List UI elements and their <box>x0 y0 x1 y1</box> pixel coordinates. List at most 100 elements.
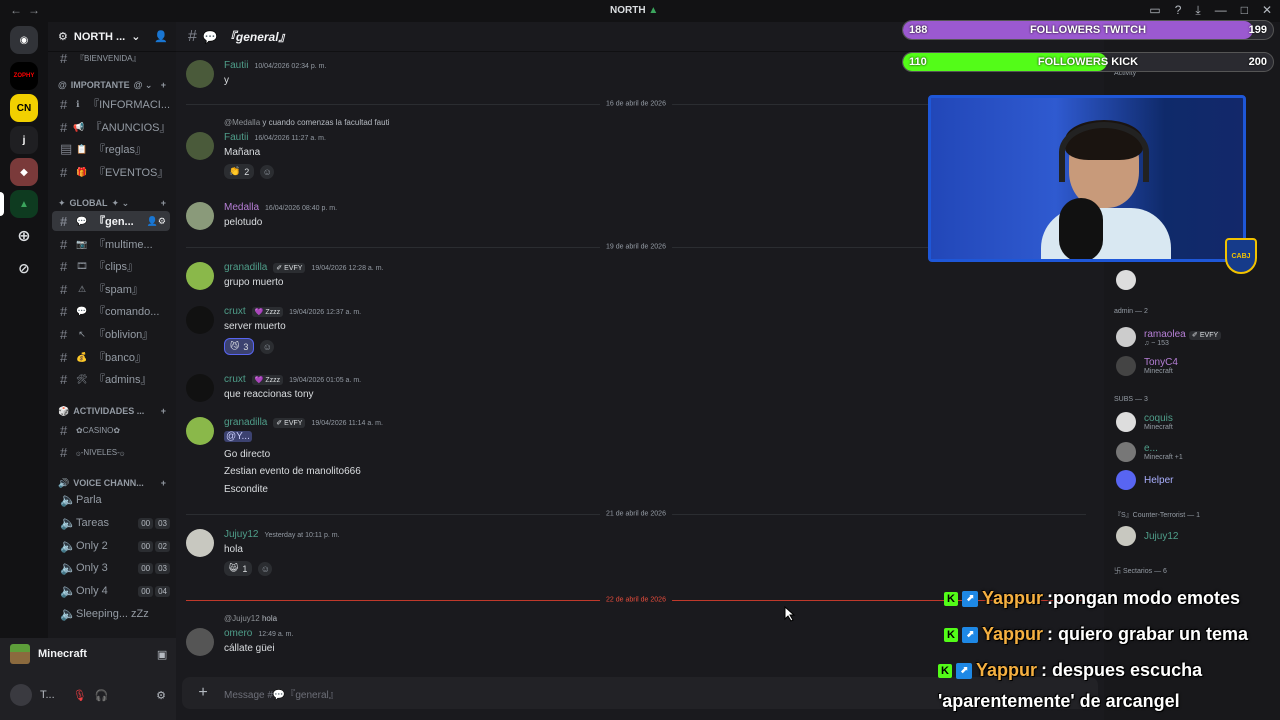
server-zophy-icon[interactable]: ZOPHY <box>10 62 38 90</box>
channel-bienvenida[interactable]: # 『BIENVENIDA』 <box>52 48 170 68</box>
username[interactable]: Medalla <box>224 202 259 213</box>
voice-only-4[interactable]: 🔈 Only 4 00 04 <box>52 581 170 601</box>
voice-parla[interactable]: 🔈 Parla <box>52 490 170 510</box>
member-item[interactable]: TonyC4 Minecraft <box>1116 356 1178 376</box>
channel-oblivion[interactable]: # ↖ 『oblivion』 <box>52 324 170 344</box>
history-nav-icons[interactable]: ←→ <box>10 3 46 17</box>
voice-tareas[interactable]: 🔈 Tareas 00 03 <box>52 513 170 533</box>
server-north-icon[interactable]: ▲ <box>10 190 38 218</box>
add-member-icon[interactable]: 👤 <box>154 30 168 43</box>
download-icon[interactable]: ⤓ <box>1195 3 1200 18</box>
avatar[interactable] <box>186 262 214 290</box>
reaction[interactable]: 😸 1 <box>224 561 253 576</box>
username[interactable]: Fautii <box>224 132 248 143</box>
avatar[interactable] <box>186 306 214 334</box>
server-j-icon[interactable]: j <box>10 126 38 154</box>
reaction[interactable]: 👏 2 <box>224 164 255 179</box>
activity-popout-icon[interactable]: ▣ <box>157 648 167 661</box>
film-icon: 🎞 <box>76 260 88 271</box>
current-activity[interactable]: Minecraft ▣ <box>10 644 167 664</box>
member-activity: Minecraft <box>1144 368 1173 375</box>
maximize-icon[interactable]: □ <box>1241 3 1248 18</box>
speech-bubble-icon: 💬 <box>76 305 88 316</box>
avatar[interactable] <box>186 529 214 557</box>
channel-clips[interactable]: # 🎞 『clips』 <box>52 256 170 276</box>
channel-casino[interactable]: # ✿CASINO✿ <box>52 420 170 440</box>
category-importante[interactable]: @ IMPORTANTE @ ⌄ + <box>58 80 166 91</box>
channel-general[interactable]: # 💬 『gen... 👤⚙ <box>52 211 170 231</box>
mic-muted-icon[interactable]: 🎙 <box>73 689 87 702</box>
reaction[interactable]: 😼 3 <box>224 338 255 355</box>
minecraft-icon <box>10 644 30 664</box>
inbox-icon[interactable]: ▭ <box>1149 3 1160 18</box>
badge-icon: ⬈ <box>962 626 978 643</box>
user-mention[interactable]: @Y... <box>224 431 252 442</box>
minimize-icon[interactable]: — <box>1215 3 1227 18</box>
server-rail: ◉ ZOPHY CN j ◆ ▲ ⊕ ⊘ <box>0 22 48 720</box>
discord-home-icon[interactable]: ◉ <box>10 26 38 54</box>
channel-settings-icons[interactable]: 👤⚙ <box>147 216 166 227</box>
username[interactable]: granadilla <box>224 262 267 273</box>
username[interactable]: Jujuy12 <box>224 529 258 540</box>
avatar[interactable] <box>186 417 214 445</box>
info-icon: ℹ <box>76 98 80 109</box>
member-item[interactable]: Jujuy12 <box>1116 526 1178 546</box>
channel-comandos[interactable]: # 💬 『comando... <box>52 301 170 321</box>
channel-banco[interactable]: # 💰 『banco』 <box>52 347 170 367</box>
voice-only-3[interactable]: 🔈 Only 3 00 03 <box>52 558 170 578</box>
avatar[interactable] <box>186 202 214 230</box>
category-global[interactable]: ✦ GLOBAL ✦ ⌄ + <box>58 198 166 209</box>
channel-informacion[interactable]: # ℹ 『INFORMACI... <box>52 94 170 114</box>
member-item[interactable]: Helper <box>1116 470 1173 490</box>
category-actividades[interactable]: 🎲 ACTIVIDADES ... + <box>58 406 166 417</box>
avatar[interactable] <box>186 374 214 402</box>
add-channel-icon[interactable]: + <box>161 478 166 489</box>
gift-icon: 🎁 <box>76 166 88 177</box>
reply-preview[interactable]: @Jujuy12 hola <box>224 614 277 623</box>
add-reaction-icon[interactable]: ☺ <box>260 164 275 179</box>
channel-spam[interactable]: # ⚠ 『spam』 <box>52 279 170 299</box>
avatar[interactable] <box>186 628 214 656</box>
discover-icon[interactable]: ⊘ <box>10 254 38 282</box>
avatar[interactable] <box>186 60 214 88</box>
attach-plus-icon[interactable]: + <box>194 684 212 702</box>
add-channel-icon[interactable]: + <box>161 406 166 417</box>
username[interactable]: granadilla <box>224 417 267 428</box>
channel-reglas[interactable]: ▤ 📋 『reglas』 <box>52 139 170 159</box>
speaker-icon: 🔈 <box>60 538 77 553</box>
category-voice[interactable]: 🔊 VOICE CHANN... + <box>58 478 166 489</box>
voice-sleeping[interactable]: 🔈 Sleeping... zZz <box>52 604 170 624</box>
channel-multimedia[interactable]: # 📷 『multime... <box>52 234 170 254</box>
headset-icon[interactable]: 🎧 <box>95 689 109 702</box>
username[interactable]: omero <box>224 628 252 639</box>
member-item[interactable]: ramaolea ✐ EVFY ♫ ~ 153 <box>1116 326 1222 347</box>
gear-icon[interactable]: ⚙ <box>156 689 166 702</box>
username[interactable]: cruxt <box>224 306 246 317</box>
member-item[interactable] <box>1116 270 1136 290</box>
help-icon[interactable]: ? <box>1175 3 1182 18</box>
username[interactable]: Fautii <box>224 60 248 71</box>
channel-admins[interactable]: # 🛠 『admins』 <box>52 369 170 389</box>
member-item[interactable]: coquis Minecraft <box>1116 412 1173 432</box>
username[interactable]: cruxt <box>224 374 246 385</box>
channel-eventos[interactable]: # 🎁 『EVENTOS』 <box>52 162 170 182</box>
channel-anuncios[interactable]: # 📢 『ANUNCIOS』 <box>52 117 170 137</box>
server-cn-icon[interactable]: CN <box>10 94 38 122</box>
user-limit-badge: 00 04 <box>138 585 170 597</box>
kick-icon: K <box>938 663 952 678</box>
message-input[interactable]: Message #💬『general』 <box>224 686 339 701</box>
channel-niveles[interactable]: # ۞-NIVELES-۞ <box>52 442 170 462</box>
avatar[interactable] <box>10 684 32 706</box>
add-channel-icon[interactable]: + <box>161 80 166 91</box>
close-icon[interactable]: ✕ <box>1262 3 1272 18</box>
member-item[interactable]: e... Minecraft +1 <box>1116 442 1183 462</box>
add-server-icon[interactable]: ⊕ <box>10 222 38 250</box>
server-avatar-icon[interactable]: ◆ <box>10 158 38 186</box>
voice-only-2[interactable]: 🔈 Only 2 00 02 <box>52 536 170 556</box>
add-reaction-icon[interactable]: ☺ <box>260 339 275 354</box>
message-text: grupo muerto <box>224 277 284 288</box>
add-channel-icon[interactable]: + <box>161 198 166 209</box>
reply-preview[interactable]: @Medalla y cuando comenzas la facultad f… <box>224 118 390 127</box>
add-reaction-icon[interactable]: ☺ <box>258 561 273 576</box>
avatar[interactable] <box>186 132 214 160</box>
